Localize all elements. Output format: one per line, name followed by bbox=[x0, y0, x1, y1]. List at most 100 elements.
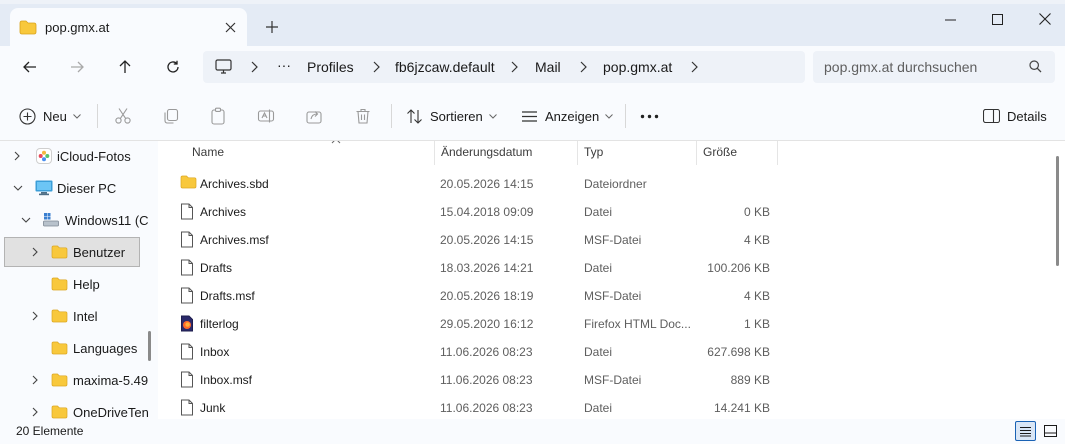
breadcrumb-profiles[interactable]: Profiles bbox=[307, 59, 354, 75]
folder-icon bbox=[51, 373, 68, 387]
list-view-icon bbox=[1020, 426, 1031, 436]
file-icon bbox=[180, 231, 194, 248]
file-type: Datei bbox=[584, 345, 613, 359]
minimize-button[interactable] bbox=[939, 8, 961, 30]
command-bar: Neu Sortieren Anzeigen Details bbox=[0, 92, 1065, 141]
file-type: Datei bbox=[584, 401, 613, 415]
rename-icon bbox=[257, 109, 275, 123]
minimize-icon bbox=[944, 19, 956, 20]
nav-item-benutzer[interactable]: Benutzer bbox=[0, 237, 158, 267]
file-name: filterlog bbox=[200, 317, 239, 331]
title-bar: pop.gmx.at bbox=[0, 0, 1065, 46]
column-header-type[interactable]: Typ bbox=[578, 141, 696, 165]
file-row[interactable]: Archives.msf 20.05.2026 14:15 MSF-Datei … bbox=[158, 225, 1058, 253]
chevron-right-icon[interactable] bbox=[32, 407, 38, 417]
column-divider[interactable] bbox=[777, 141, 778, 165]
chevron-down-icon[interactable] bbox=[21, 217, 31, 223]
file-row[interactable]: Junk 11.06.2026 08:23 Datei 14.241 KB bbox=[158, 393, 1058, 419]
file-type: MSF-Datei bbox=[584, 373, 642, 387]
up-button[interactable] bbox=[112, 56, 138, 78]
nav-item-onedrive[interactable]: OneDriveTen bbox=[0, 397, 158, 419]
toolbar-separator bbox=[391, 104, 392, 128]
nav-scrollbar[interactable] bbox=[148, 331, 151, 361]
new-button[interactable]: Neu bbox=[19, 104, 81, 128]
details-view-button[interactable] bbox=[1015, 421, 1036, 441]
chevron-right-icon[interactable] bbox=[32, 311, 38, 321]
nav-item-label: OneDriveTen bbox=[73, 405, 149, 419]
nav-item-windows11[interactable]: Windows11 (C bbox=[0, 205, 158, 235]
details-pane-button[interactable]: Details bbox=[983, 104, 1047, 128]
column-header-date-label: Änderungsdatum bbox=[441, 145, 533, 159]
file-row[interactable]: Inbox.msf 11.06.2026 08:23 MSF-Datei 889… bbox=[158, 365, 1058, 393]
file-row[interactable]: Drafts.msf 20.05.2026 18:19 MSF-Datei 4 … bbox=[158, 281, 1058, 309]
tab-pop-gmx[interactable]: pop.gmx.at bbox=[10, 8, 247, 46]
column-header-date[interactable]: Änderungsdatum bbox=[435, 141, 577, 165]
view-button[interactable]: Anzeigen bbox=[521, 104, 614, 128]
copy-button[interactable] bbox=[162, 104, 180, 128]
forward-button[interactable] bbox=[64, 56, 90, 78]
chevron-down-icon[interactable] bbox=[13, 185, 23, 191]
new-tab-button[interactable] bbox=[262, 17, 282, 37]
breadcrumb-current[interactable]: pop.gmx.at bbox=[603, 59, 672, 75]
search-input[interactable]: pop.gmx.at durchsuchen bbox=[813, 51, 1055, 83]
chevron-right-icon[interactable] bbox=[32, 247, 38, 257]
breadcrumb-overflow[interactable]: ··· bbox=[277, 57, 291, 73]
nav-item-intel[interactable]: Intel bbox=[0, 301, 158, 331]
chevron-right-icon[interactable] bbox=[691, 61, 698, 73]
breadcrumb-mail[interactable]: Mail bbox=[535, 59, 561, 75]
nav-item-label: Intel bbox=[73, 309, 98, 324]
nav-item-label: Languages bbox=[73, 341, 138, 356]
chevron-right-icon bbox=[251, 61, 258, 73]
chevron-right-icon bbox=[511, 61, 518, 73]
maximize-button[interactable] bbox=[986, 8, 1008, 30]
nav-item-dieser-pc[interactable]: Dieser PC bbox=[0, 173, 158, 203]
file-row[interactable]: Drafts 18.03.2026 14:21 Datei 100.206 KB bbox=[158, 253, 1058, 281]
trash-icon bbox=[356, 108, 370, 124]
file-row[interactable]: Archives 15.04.2018 09:09 Datei 0 KB bbox=[158, 197, 1058, 225]
chevron-down-icon bbox=[73, 113, 81, 119]
folder-icon bbox=[180, 175, 197, 189]
refresh-button[interactable] bbox=[160, 56, 186, 78]
file-row[interactable]: filterlog 29.05.2020 16:12 Firefox HTML … bbox=[158, 309, 1058, 337]
file-icon bbox=[180, 287, 194, 304]
file-row[interactable]: Inbox 11.06.2026 08:23 Datei 627.698 KB bbox=[158, 337, 1058, 365]
tab-close-button[interactable] bbox=[220, 17, 240, 37]
column-header-name[interactable]: Name bbox=[186, 141, 434, 165]
nav-item-maxima[interactable]: maxima-5.49 bbox=[0, 365, 158, 395]
cut-button[interactable] bbox=[114, 104, 132, 128]
file-size: 4 KB bbox=[743, 233, 770, 247]
file-type: Datei bbox=[584, 261, 613, 275]
more-options-button[interactable] bbox=[640, 104, 659, 128]
file-row[interactable]: Archives.sbd 20.05.2026 14:15 Dateiordne… bbox=[158, 169, 1058, 197]
nav-item-help[interactable]: Help bbox=[0, 269, 158, 299]
file-name: Archives bbox=[200, 205, 247, 219]
arrow-right-icon bbox=[71, 61, 84, 73]
folder-icon bbox=[19, 20, 37, 35]
chevron-right-icon[interactable] bbox=[32, 375, 38, 385]
share-icon bbox=[306, 111, 322, 124]
delete-button[interactable] bbox=[354, 104, 372, 128]
rename-button[interactable] bbox=[257, 104, 275, 128]
file-name: Archives.msf bbox=[200, 233, 269, 247]
file-list-scrollbar[interactable] bbox=[1056, 156, 1059, 266]
paste-button[interactable] bbox=[209, 104, 227, 128]
view-lines-icon bbox=[522, 110, 537, 122]
folder-icon bbox=[51, 309, 68, 323]
address-bar[interactable]: ··· Profiles fb6jzcaw.default Mail pop.g… bbox=[203, 51, 805, 83]
chevron-right-icon[interactable] bbox=[14, 151, 20, 161]
file-name: Archives.sbd bbox=[200, 177, 269, 191]
large-icons-view-button[interactable] bbox=[1040, 421, 1061, 441]
file-type: Firefox HTML Doc... bbox=[584, 317, 691, 331]
breadcrumb-profile-folder[interactable]: fb6jzcaw.default bbox=[395, 59, 495, 75]
column-header-size[interactable]: Größe bbox=[697, 141, 777, 165]
search-icon[interactable] bbox=[1029, 60, 1042, 73]
plus-circle-icon bbox=[19, 107, 36, 125]
close-window-button[interactable] bbox=[1034, 8, 1056, 30]
back-button[interactable] bbox=[17, 56, 43, 78]
maximize-icon bbox=[991, 13, 1003, 25]
file-icon bbox=[180, 343, 194, 360]
nav-item-languages[interactable]: Languages bbox=[0, 333, 158, 363]
sort-button[interactable]: Sortieren bbox=[406, 104, 497, 128]
nav-item-icloud-fotos[interactable]: iCloud-Fotos bbox=[0, 141, 158, 171]
share-button[interactable] bbox=[305, 104, 323, 128]
